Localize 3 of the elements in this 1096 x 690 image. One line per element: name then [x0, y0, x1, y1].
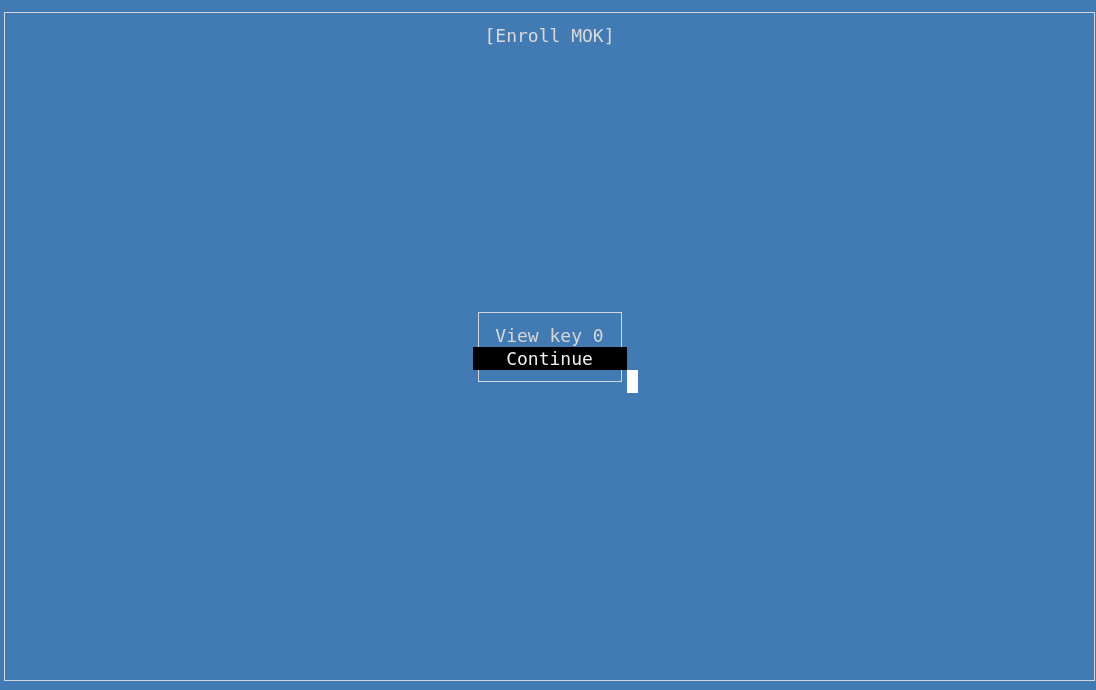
window-title: [Enroll MOK] [484, 24, 615, 48]
text-cursor-icon [626, 369, 638, 393]
menu-item[interactable]: Continue [472, 346, 627, 370]
